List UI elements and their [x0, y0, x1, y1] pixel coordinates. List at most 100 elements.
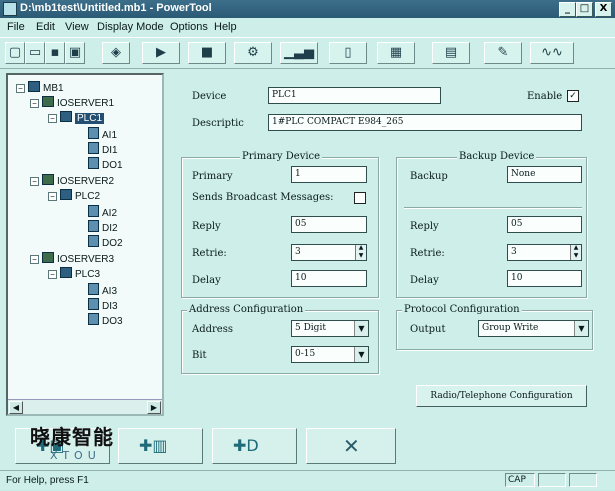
tree-ai2[interactable]: AI2 — [88, 205, 117, 219]
app-window: D:\mb1test\Untitled.mb1 - PowerTool _ □ … — [0, 0, 615, 490]
bit-select[interactable]: 0-15 ▼ — [291, 346, 369, 363]
scroll-right-icon[interactable]: ▶ — [147, 401, 161, 414]
primary-delay-field[interactable]: 10 — [291, 270, 367, 287]
title-bar: D:\mb1test\Untitled.mb1 - PowerTool _ □ … — [0, 0, 615, 18]
backup-retries-field[interactable]: 3 ▲ ▼ — [507, 244, 582, 261]
tree-io-label: AI3 — [102, 286, 118, 297]
tree-do3[interactable]: DO3 — [88, 313, 123, 327]
collapse-icon[interactable]: − — [48, 114, 57, 123]
radio-telephone-config-button[interactable]: Radio/Telephone Configuration — [416, 385, 587, 407]
minimize-button[interactable]: _ — [559, 2, 576, 17]
chevron-down-icon[interactable]: ▼ — [574, 321, 588, 336]
primary-retries-label: Retrie: — [192, 248, 227, 259]
collapse-icon[interactable]: − — [48, 192, 57, 201]
tree-ioserver3[interactable]: − IOSERVER3 — [30, 252, 114, 265]
tree-ioserver2[interactable]: − IOSERVER2 — [30, 174, 114, 187]
add-io-icon: ✚D — [233, 436, 259, 455]
maximize-button[interactable]: □ — [576, 2, 593, 17]
primary-retries-field[interactable]: 3 ▲ ▼ — [291, 244, 367, 261]
primary-field[interactable]: 1 — [291, 166, 367, 183]
scroll-left-icon[interactable]: ◀ — [9, 401, 23, 414]
backup-reply-field[interactable]: 05 — [507, 216, 582, 233]
backup-field[interactable]: None — [507, 166, 582, 183]
bit-select-value: 0-15 — [295, 349, 316, 359]
tree-ai3[interactable]: AI3 — [88, 283, 117, 297]
tree-plc3[interactable]: − PLC3 — [48, 267, 100, 280]
new-file-icon[interactable]: ▢ — [5, 42, 25, 64]
tree-io-label: DO2 — [102, 238, 123, 249]
tree-io-label: DI3 — [102, 301, 118, 312]
module-icon[interactable]: ▯ — [329, 42, 367, 64]
tree-horizontal-scrollbar[interactable]: ◀ ▶ — [8, 399, 162, 414]
tree-ai1[interactable]: AI1 — [88, 127, 117, 141]
stop-icon[interactable]: ■ — [188, 42, 226, 64]
collapse-icon[interactable]: − — [16, 84, 25, 93]
tree-do2[interactable]: DO2 — [88, 235, 123, 249]
tree-server-label: IOSERVER2 — [57, 176, 115, 187]
save-icon[interactable]: ▪ — [45, 42, 65, 64]
tree-io-label: DO3 — [102, 316, 123, 327]
tree-di1[interactable]: DI1 — [88, 142, 118, 156]
open-folder-icon[interactable]: ▭ — [25, 42, 45, 64]
status-text: For Help, press F1 — [6, 475, 89, 486]
tree-plc2[interactable]: − PLC2 — [48, 189, 100, 202]
tree-server-label: IOSERVER1 — [57, 98, 115, 109]
output-select[interactable]: Group Write ▼ — [478, 320, 589, 337]
tree-io-label: DO1 — [102, 160, 123, 171]
collapse-icon[interactable]: − — [30, 99, 39, 108]
collapse-icon[interactable]: − — [48, 270, 57, 279]
device-tree[interactable]: − MB1 − IOSERVER1 − PLC1 AI1 DI1 DO1 − IOSER… — [6, 73, 164, 416]
tools-icon[interactable]: ⚙ — [234, 42, 272, 64]
tree-di3[interactable]: DI3 — [88, 298, 118, 312]
delete-button[interactable]: ✕ — [306, 428, 396, 464]
device-field[interactable]: PLC1 — [268, 87, 441, 104]
add-io-button[interactable]: ✚D — [212, 428, 297, 464]
menu-options[interactable]: Options — [170, 21, 208, 33]
io-point-icon — [88, 220, 99, 232]
spinner-icon[interactable]: ▲ ▼ — [570, 245, 581, 260]
io-point-icon — [88, 298, 99, 310]
spinner-icon[interactable]: ▲ ▼ — [355, 245, 366, 260]
address-select[interactable]: 5 Digit ▼ — [291, 320, 369, 337]
enable-label: Enable — [527, 91, 563, 102]
collapse-icon[interactable]: − — [30, 255, 39, 264]
address-select-value: 5 Digit — [295, 323, 326, 333]
description-field[interactable]: 1#PLC COMPACT E984_265 — [268, 114, 582, 131]
broadcast-checkbox[interactable] — [354, 192, 366, 204]
tree-do1[interactable]: DO1 — [88, 157, 123, 171]
plc-icon[interactable]: ▤ — [432, 42, 470, 64]
io-point-icon — [88, 235, 99, 247]
close-button[interactable]: X — [595, 2, 612, 17]
tree-di2[interactable]: DI2 — [88, 220, 118, 234]
server-icon — [42, 252, 54, 263]
print-icon[interactable]: ◈ — [102, 42, 130, 64]
primary-reply-field[interactable]: 05 — [291, 216, 367, 233]
tree-root[interactable]: − MB1 — [16, 81, 64, 94]
tree-plc1[interactable]: − PLC1 — [48, 111, 105, 124]
save-as-icon[interactable]: ▣ — [65, 42, 85, 64]
wrench-icon[interactable]: ✎ — [484, 42, 522, 64]
run-icon[interactable]: ▶ — [142, 42, 180, 64]
menu-edit[interactable]: Edit — [36, 21, 55, 33]
chevron-down-icon[interactable]: ▼ — [354, 321, 368, 336]
server-icon — [42, 174, 54, 185]
plc-node-icon — [60, 111, 72, 122]
grid-icon[interactable]: ▦ — [377, 42, 415, 64]
tree-plc-label: PLC3 — [75, 269, 101, 280]
signal-icon[interactable]: ∿∿ — [530, 42, 574, 64]
collapse-icon[interactable]: − — [30, 177, 39, 186]
chevron-down-icon[interactable]: ▼ — [354, 347, 368, 362]
add-plc-button[interactable]: ✚▥ — [118, 428, 203, 464]
menu-view[interactable]: View — [65, 21, 89, 33]
menu-display-mode[interactable]: Display Mode — [97, 21, 164, 33]
tree-io-label: DI2 — [102, 223, 118, 234]
menu-file[interactable]: File — [7, 21, 25, 33]
chart-icon[interactable]: ▁▃▅ — [280, 42, 318, 64]
menu-bar: File Edit View Display Mode Options Help — [0, 19, 615, 36]
device-label: Device — [192, 91, 227, 102]
menu-help[interactable]: Help — [214, 21, 237, 33]
enable-checkbox[interactable]: ✓ — [567, 90, 579, 102]
tree-ioserver1[interactable]: − IOSERVER1 — [30, 96, 114, 109]
network-icon — [28, 81, 40, 92]
backup-delay-field[interactable]: 10 — [507, 270, 582, 287]
